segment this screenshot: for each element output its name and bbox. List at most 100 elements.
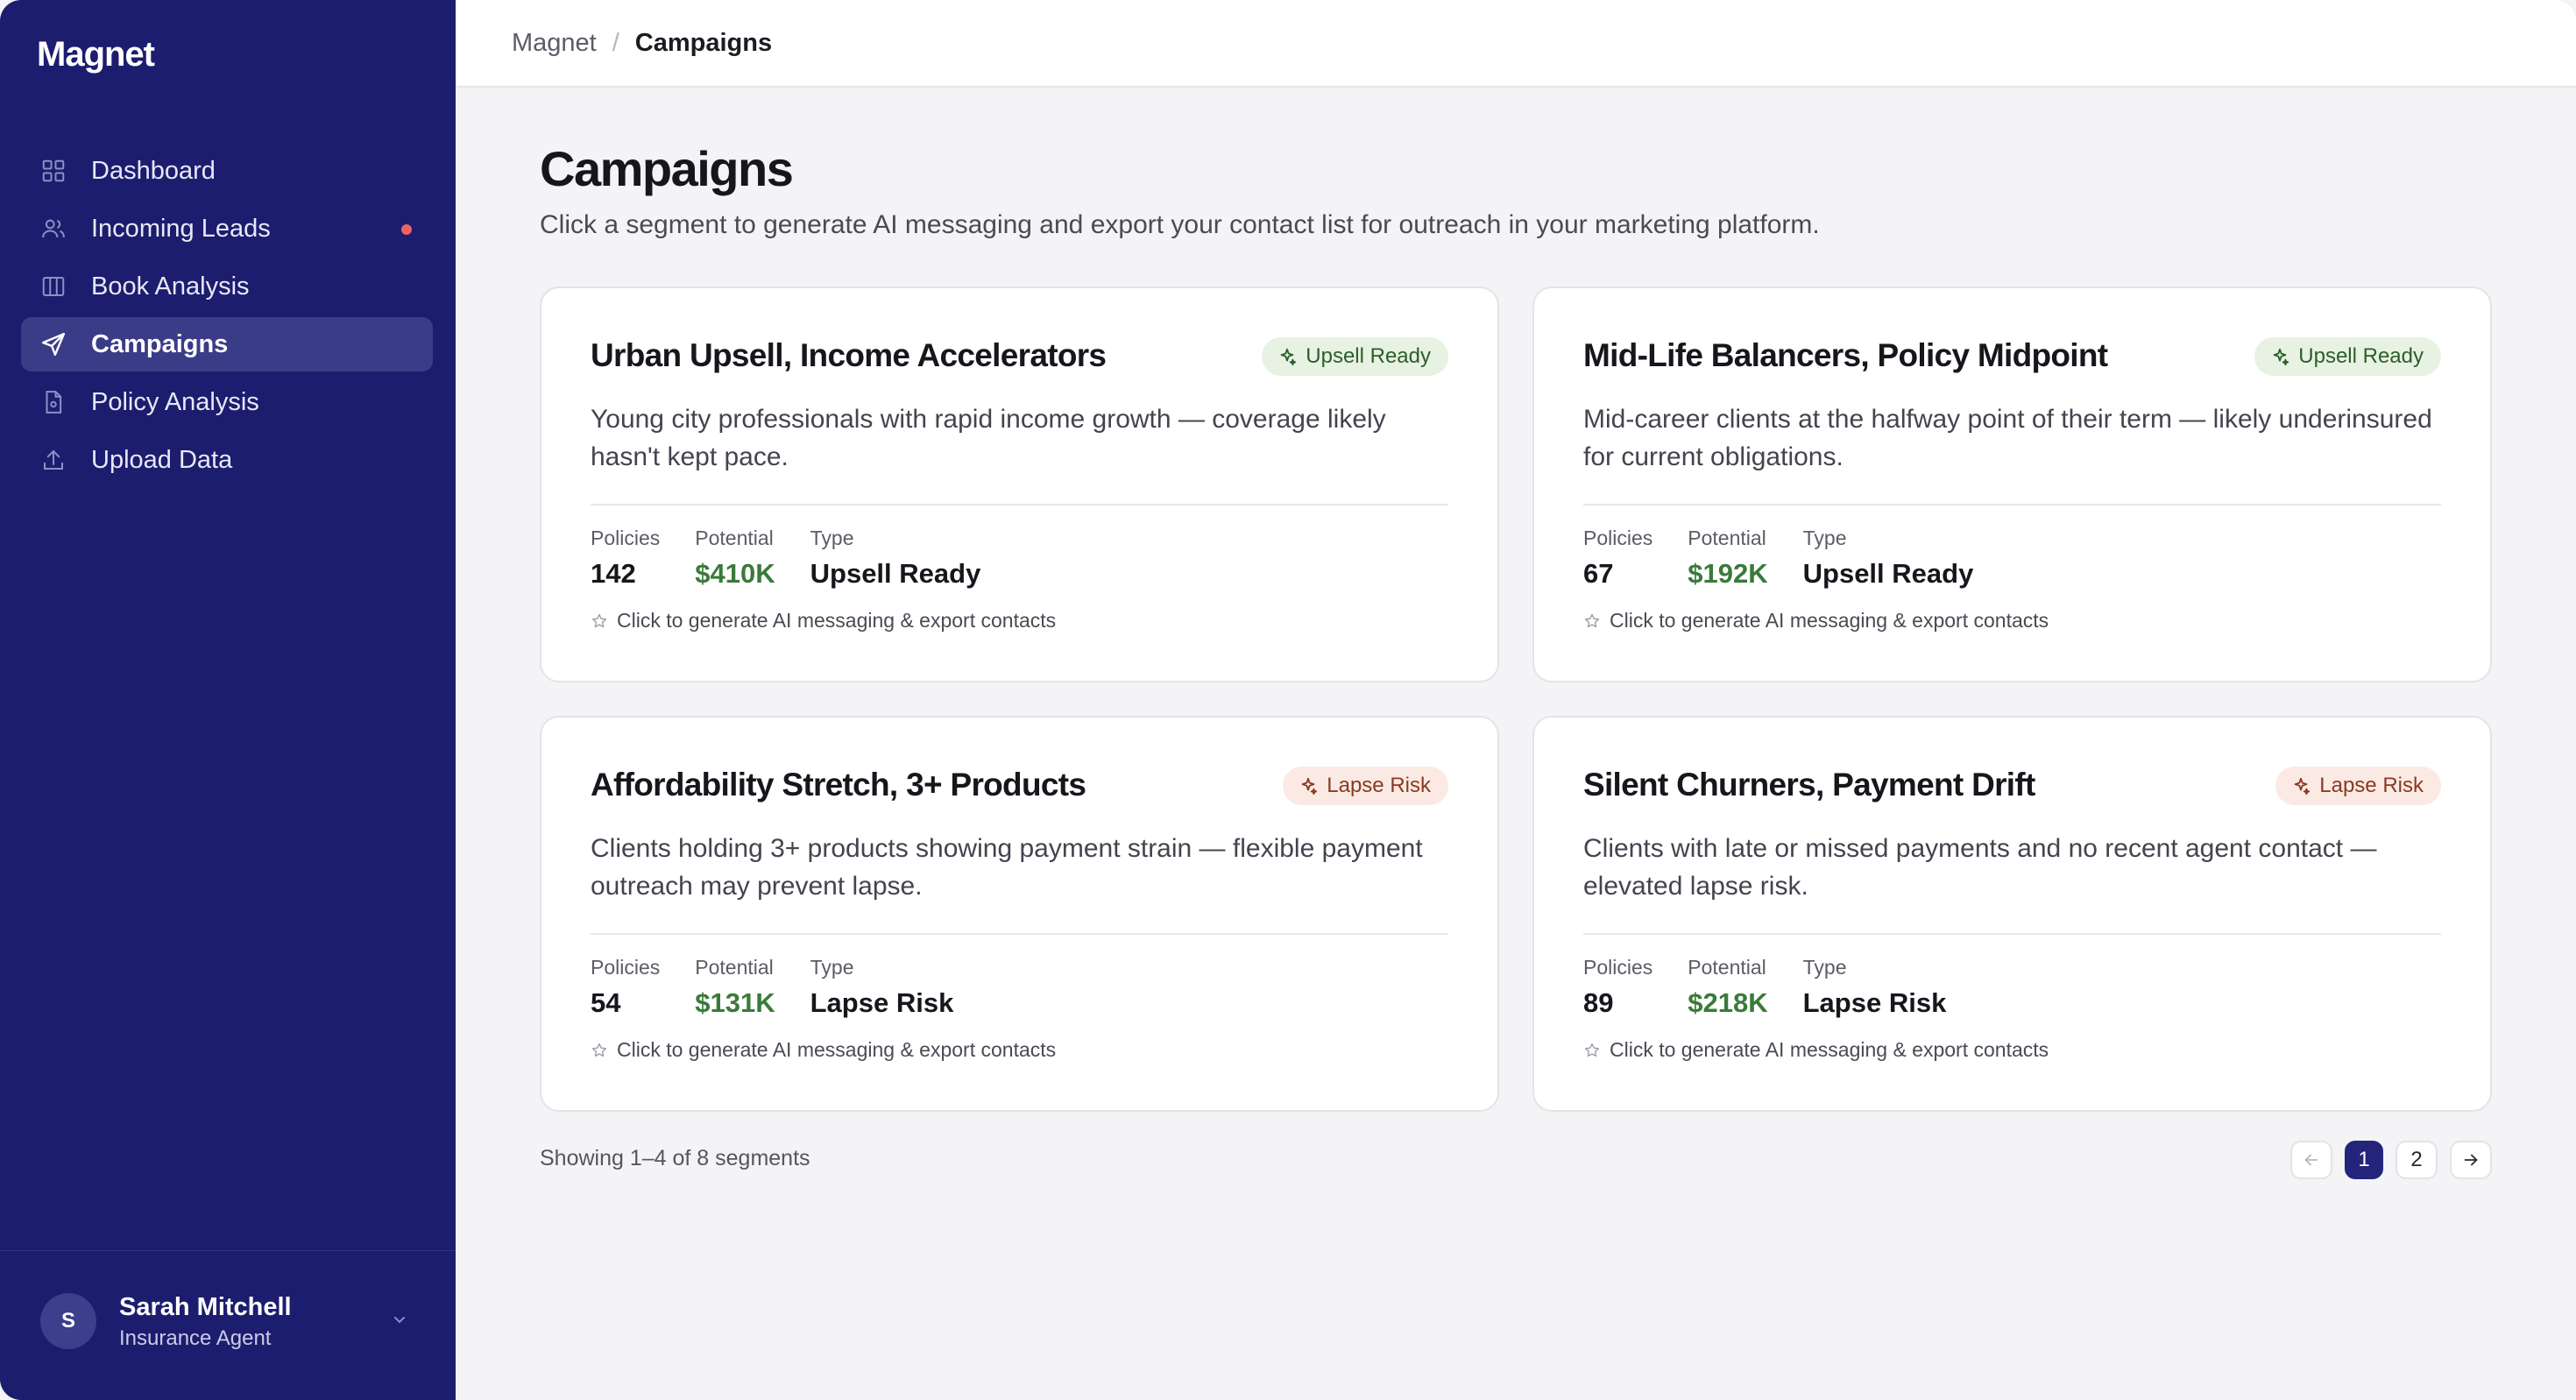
sidebar-item-label: Campaigns — [91, 329, 229, 358]
page-button-1[interactable]: 1 — [2345, 1141, 2383, 1179]
stat-value: Upsell Ready — [1802, 558, 1974, 589]
status-badge: Upsell Ready — [2254, 337, 2441, 376]
hint-label: Click to generate AI messaging & export … — [1610, 609, 2049, 632]
star-icon — [592, 1043, 606, 1057]
page-subtitle: Click a segment to generate AI messaging… — [540, 210, 1820, 239]
stat-label: Potential — [1688, 527, 1766, 549]
main-content: Magnet / Campaigns Campaigns Click a seg… — [456, 0, 2576, 1400]
sidebar-item-incoming-leads[interactable]: Incoming Leads — [21, 202, 433, 256]
sidebar-item-label: Policy Analysis — [91, 387, 259, 416]
segment-title: Mid-Life Balancers, Policy Midpoint — [1583, 337, 2108, 373]
segment-stats: Policies 54 Potential $131K Type Lapse R… — [591, 956, 988, 1019]
stat-policies: Policies 142 — [591, 527, 660, 590]
segment-card[interactable]: Affordability Stretch, 3+ Products Lapse… — [540, 716, 1499, 1112]
stat-label: Policies — [591, 527, 661, 549]
next-page-button[interactable] — [2450, 1141, 2492, 1179]
users-icon — [40, 216, 67, 242]
segment-stats: Policies 67 Potential $192K Type Upsell … — [1583, 527, 2008, 590]
stat-label: Type — [1802, 956, 1847, 979]
stat-value: Lapse Risk — [810, 987, 954, 1018]
hint-label: Click to generate AI messaging & export … — [617, 609, 1057, 632]
sidebar: Magnet Dashboard Incoming Leads Book Ana… — [0, 0, 456, 1400]
app-window: Magnet Dashboard Incoming Leads Book Ana… — [0, 0, 2576, 1400]
sparkle-icon — [1301, 777, 1318, 795]
generate-hint[interactable]: Click to generate AI messaging & export … — [591, 1038, 1056, 1062]
page-title: Campaigns — [540, 141, 794, 196]
stat-type: Type Upsell Ready — [810, 527, 981, 590]
segment-description: Mid-career clients at the halfway point … — [1583, 405, 2432, 471]
star-icon — [1585, 1043, 1599, 1057]
segment-card[interactable]: Mid-Life Balancers, Policy Midpoint Upse… — [1532, 286, 2492, 682]
segment-stats: Policies 142 Potential $410K Type Upsell… — [591, 527, 1016, 590]
badge-label: Lapse Risk — [2319, 774, 2424, 797]
stat-type: Type Lapse Risk — [810, 956, 954, 1019]
upload-icon — [40, 447, 67, 473]
stat-value: Lapse Risk — [1802, 987, 1947, 1018]
hint-label: Click to generate AI messaging & export … — [1610, 1038, 2049, 1061]
user-name: Sarah Mitchell — [119, 1293, 292, 1321]
pagination: 1 2 — [2278, 1141, 2492, 1179]
generate-hint[interactable]: Click to generate AI messaging & export … — [1583, 609, 2049, 633]
stat-label: Type — [810, 956, 854, 979]
stat-value: 67 — [1583, 558, 1614, 589]
avatar: S — [40, 1293, 96, 1349]
segment-grid: Urban Upsell, Income Accelerators Upsell… — [540, 286, 2492, 1112]
breadcrumb-root[interactable]: Magnet — [512, 29, 597, 58]
star-icon — [592, 613, 606, 627]
sidebar-item-policy-analysis[interactable]: Policy Analysis — [21, 375, 433, 429]
stat-label: Type — [1802, 527, 1847, 549]
sidebar-item-upload-data[interactable]: Upload Data — [21, 433, 433, 487]
breadcrumb-separator: / — [612, 28, 619, 57]
sparkle-icon — [2294, 777, 2311, 795]
generate-hint[interactable]: Click to generate AI messaging & export … — [591, 609, 1056, 633]
stat-label: Potential — [695, 956, 774, 979]
chevron-down-icon[interactable] — [389, 1309, 410, 1330]
stat-value: $218K — [1688, 987, 1768, 1018]
send-icon — [40, 331, 67, 357]
stat-value: 89 — [1583, 987, 1614, 1018]
page-button-2[interactable]: 2 — [2396, 1141, 2438, 1179]
badge-label: Upsell Ready — [2298, 344, 2424, 368]
status-badge: Lapse Risk — [2275, 767, 2441, 805]
divider — [591, 504, 1448, 506]
stat-type: Type Lapse Risk — [1803, 956, 1947, 1019]
generate-hint[interactable]: Click to generate AI messaging & export … — [1583, 1038, 2049, 1062]
stat-type: Type Upsell Ready — [1803, 527, 1974, 590]
sidebar-item-label: Incoming Leads — [91, 214, 271, 243]
stat-label: Potential — [1688, 956, 1766, 979]
hint-label: Click to generate AI messaging & export … — [617, 1038, 1057, 1061]
stat-value: $410K — [695, 558, 775, 589]
sidebar-item-book-analysis[interactable]: Book Analysis — [21, 259, 433, 314]
status-badge: Lapse Risk — [1283, 767, 1448, 805]
segment-description: Clients holding 3+ products showing paym… — [591, 834, 1423, 901]
stat-value: 54 — [591, 987, 621, 1018]
file-icon — [40, 389, 67, 415]
user-profile[interactable]: S Sarah Mitchell Insurance Agent — [0, 1250, 456, 1400]
breadcrumb: Magnet / Campaigns — [456, 0, 2576, 88]
divider — [1583, 504, 2441, 506]
sparkle-icon — [2273, 348, 2289, 366]
grid-icon — [40, 158, 67, 184]
stat-label: Policies — [1583, 527, 1653, 549]
segment-title: Silent Churners, Payment Drift — [1583, 767, 2035, 803]
prev-page-button[interactable] — [2290, 1141, 2332, 1179]
sidebar-item-dashboard[interactable]: Dashboard — [21, 144, 433, 198]
stat-label: Type — [810, 527, 854, 549]
badge-label: Upsell Ready — [1306, 344, 1431, 368]
stat-policies: Policies 54 — [591, 956, 660, 1019]
stat-potential: Potential $192K — [1688, 527, 1767, 590]
brand-logo[interactable]: Magnet — [37, 35, 155, 74]
stat-value: $192K — [1688, 558, 1768, 589]
segment-description: Clients with late or missed payments and… — [1583, 834, 2377, 901]
divider — [591, 933, 1448, 935]
stat-potential: Potential $218K — [1688, 956, 1767, 1019]
sidebar-item-campaigns[interactable]: Campaigns — [21, 317, 433, 371]
segment-title: Affordability Stretch, 3+ Products — [591, 767, 1086, 803]
segment-card[interactable]: Urban Upsell, Income Accelerators Upsell… — [540, 286, 1499, 682]
results-count: Showing 1–4 of 8 segments — [540, 1146, 810, 1170]
stat-label: Policies — [591, 956, 661, 979]
segment-card[interactable]: Silent Churners, Payment Drift Lapse Ris… — [1532, 716, 2492, 1112]
divider — [1583, 933, 2441, 935]
stat-value: 142 — [591, 558, 636, 589]
arrow-left-icon — [2304, 1154, 2318, 1166]
